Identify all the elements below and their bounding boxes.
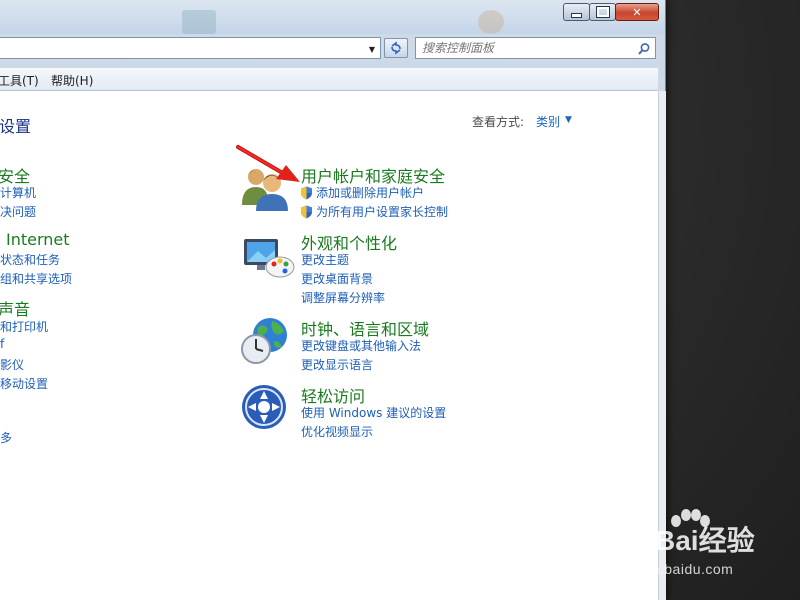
baidu-jingyan-watermark: Bai经验 jingyan.baidu.com: [612, 509, 792, 585]
link-label: 添加或删除用户帐户: [316, 186, 425, 200]
monitor-palette-icon[interactable]: [240, 231, 296, 283]
link-left-1[interactable]: 计算机: [0, 184, 36, 201]
link-left-7[interactable]: 影仪: [0, 356, 24, 373]
control-panel-content: 设置 查看方式: 类别 ▼ 安全 计算机 决问题 Internet 状态和任务 …: [0, 91, 658, 600]
link-change-input-method[interactable]: 更改键盘或其他输入法: [301, 337, 421, 354]
chevron-down-icon: ▼: [368, 44, 376, 54]
globe-clock-icon[interactable]: [240, 315, 296, 367]
search-button[interactable]: [637, 41, 651, 55]
maximize-icon: [595, 6, 610, 18]
close-button[interactable]: ✕: [615, 3, 659, 21]
link-optimize-display[interactable]: 优化视频显示: [301, 423, 373, 440]
link-left-4[interactable]: 组和共享选项: [0, 270, 72, 287]
minimize-icon: [571, 12, 582, 18]
link-left-6[interactable]: f: [0, 337, 4, 351]
category-network-internet-title[interactable]: Internet: [6, 230, 70, 249]
link-left-9[interactable]: 多: [0, 429, 12, 446]
search-input[interactable]: [422, 40, 622, 56]
chevron-down-icon: ▼: [565, 115, 572, 125]
uac-shield-icon: [301, 186, 312, 200]
link-left-8[interactable]: 移动设置: [0, 375, 48, 392]
watermark-brand: Bai经验: [655, 525, 755, 556]
link-left-2[interactable]: 决问题: [0, 203, 36, 220]
menu-tools[interactable]: 工具(T): [0, 72, 39, 89]
link-screen-resolution[interactable]: 调整屏幕分辨率: [301, 289, 385, 306]
refresh-button[interactable]: [384, 38, 408, 58]
caption-buttons: ✕: [563, 3, 659, 21]
maximize-button[interactable]: [589, 3, 616, 21]
view-by-dropdown[interactable]: 类别: [536, 113, 560, 130]
link-recommended-settings[interactable]: 使用 Windows 建议的设置: [301, 404, 446, 421]
menu-help[interactable]: 帮助(H): [51, 72, 93, 89]
address-bar[interactable]: ▼: [0, 37, 381, 59]
watermark-url: jingyan.baidu.com: [612, 561, 734, 577]
uac-shield-icon: [301, 205, 312, 219]
refresh-icon: [391, 41, 401, 55]
red-arrow-annotation: [236, 145, 300, 182]
page-title: 设置: [0, 117, 32, 136]
link-change-theme[interactable]: 更改主题: [301, 251, 349, 268]
minimize-button[interactable]: [563, 3, 590, 21]
link-parental-controls[interactable]: 为所有用户设置家长控制: [300, 203, 448, 220]
link-left-3[interactable]: 状态和任务: [0, 251, 60, 268]
category-hardware-sound-title[interactable]: 声音: [0, 296, 30, 320]
window-title-bar[interactable]: ✕: [0, 0, 665, 34]
address-row: ▼: [0, 37, 665, 61]
link-change-display-language[interactable]: 更改显示语言: [301, 356, 373, 373]
view-by-label: 查看方式:: [472, 115, 525, 129]
link-add-remove-accounts[interactable]: 添加或删除用户帐户: [300, 184, 424, 201]
menu-bar: 工具(T) 帮助(H): [0, 68, 658, 91]
search-icon: [638, 43, 650, 55]
search-box: [415, 37, 656, 59]
ease-of-access-icon[interactable]: [240, 383, 296, 435]
ghost-desktop-icon: [182, 10, 216, 34]
close-icon: ✕: [632, 5, 642, 19]
address-history-dropdown[interactable]: ▼: [365, 41, 379, 57]
ghost-desktop-icon: [478, 10, 504, 34]
link-left-5[interactable]: 和打印机: [0, 318, 48, 335]
link-change-background[interactable]: 更改桌面背景: [301, 270, 373, 287]
link-label: 为所有用户设置家长控制: [316, 205, 449, 219]
